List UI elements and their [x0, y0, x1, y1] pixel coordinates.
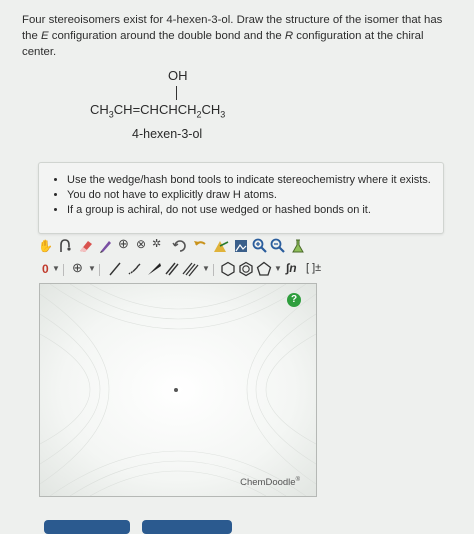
eraser-icon[interactable]	[78, 238, 94, 254]
instructions-list: Use the wedge/hash bond tools to indicat…	[39, 173, 443, 218]
submit-answer-button[interactable]	[44, 520, 130, 534]
hydroxyl-bond	[176, 86, 177, 100]
image-export-icon[interactable]	[234, 238, 248, 254]
charge-plus-button[interactable]: ⊕	[72, 261, 83, 277]
chemdoodle-brand: ChemDoodle®	[240, 476, 300, 488]
cyclohexane-icon[interactable]	[220, 261, 236, 277]
chemdoodle-toolbar-bottom: 0 ▼ ⊕ ▼ ▼ ▼ ∫n [ ]±	[36, 261, 336, 281]
chevron-down-icon[interactable]: ▼	[88, 262, 96, 278]
toolbar-divider	[213, 264, 214, 276]
chevron-down-icon[interactable]: ▼	[52, 262, 60, 278]
toolbar-divider	[99, 264, 100, 276]
triple-bond-icon[interactable]	[182, 261, 200, 277]
hydroxyl-label: OH	[168, 68, 188, 83]
chevron-down-icon[interactable]: ▼	[202, 262, 210, 278]
charge-selector[interactable]: 0	[42, 262, 49, 278]
double-bond-icon[interactable]	[164, 261, 180, 277]
cyclopentane-icon[interactable]	[256, 261, 272, 277]
molecule-name: 4-hexen-3-ol	[132, 127, 203, 141]
question-line-1: Four stereoisomers exist for 4-hexen-3-o…	[22, 14, 443, 26]
hashed-bond-icon[interactable]	[126, 261, 142, 277]
benzene-icon[interactable]	[238, 261, 254, 277]
zoom-out-icon[interactable]	[270, 238, 286, 254]
instruction-item: If a group is achiral, do not use wedged…	[67, 203, 443, 218]
canvas-cursor-dot	[174, 388, 178, 392]
add-atom-icon[interactable]: ⊕	[118, 237, 129, 253]
question-line-3: center.	[22, 46, 57, 58]
toolbar-divider	[63, 264, 64, 276]
help-button[interactable]: ?	[287, 293, 301, 307]
next-button[interactable]	[142, 520, 232, 534]
drawing-canvas[interactable]: ? ChemDoodle®	[39, 283, 317, 497]
instruction-item: Use the wedge/hash bond tools to indicat…	[67, 173, 443, 188]
undo-icon[interactable]	[192, 238, 208, 254]
chemdoodle-toolbar-top: ✋ ⊕ ⊗ ✲	[36, 237, 336, 258]
question-line-2: the E configuration around the double bo…	[22, 30, 424, 42]
instruction-item: You do not have to explicitly draw H ato…	[67, 188, 443, 203]
chevron-down-icon[interactable]: ▼	[274, 262, 282, 278]
instructions-box: Use the wedge/hash bond tools to indicat…	[38, 162, 444, 234]
molecule-structure: OH CH3CH=CHCHCH2CH3 4-hexen-3-ol	[90, 64, 290, 154]
brackets-button[interactable]: [ ]±	[306, 261, 321, 277]
question-text: Four stereoisomers exist for 4-hexen-3-o…	[22, 12, 452, 60]
condensed-formula: CH3CH=CHCHCH2CH3	[90, 102, 226, 120]
single-bond-icon[interactable]	[108, 261, 122, 277]
wedge-bond-icon[interactable]	[146, 261, 162, 277]
hand-icon[interactable]: ✋	[38, 239, 53, 255]
repeat-unit-button[interactable]: ∫n	[286, 261, 297, 277]
lasso-icon[interactable]	[58, 238, 72, 254]
pencil-icon[interactable]	[98, 238, 114, 254]
clean-icon[interactable]	[212, 238, 230, 254]
zoom-in-icon[interactable]	[252, 238, 268, 254]
settings-flask-icon[interactable]	[290, 238, 306, 254]
rotate-icon[interactable]	[172, 238, 188, 254]
canvas-moire-background	[40, 284, 316, 496]
ring-settings-icon[interactable]: ✲	[152, 237, 161, 253]
atom-map-icon[interactable]: ⊗	[136, 237, 146, 253]
